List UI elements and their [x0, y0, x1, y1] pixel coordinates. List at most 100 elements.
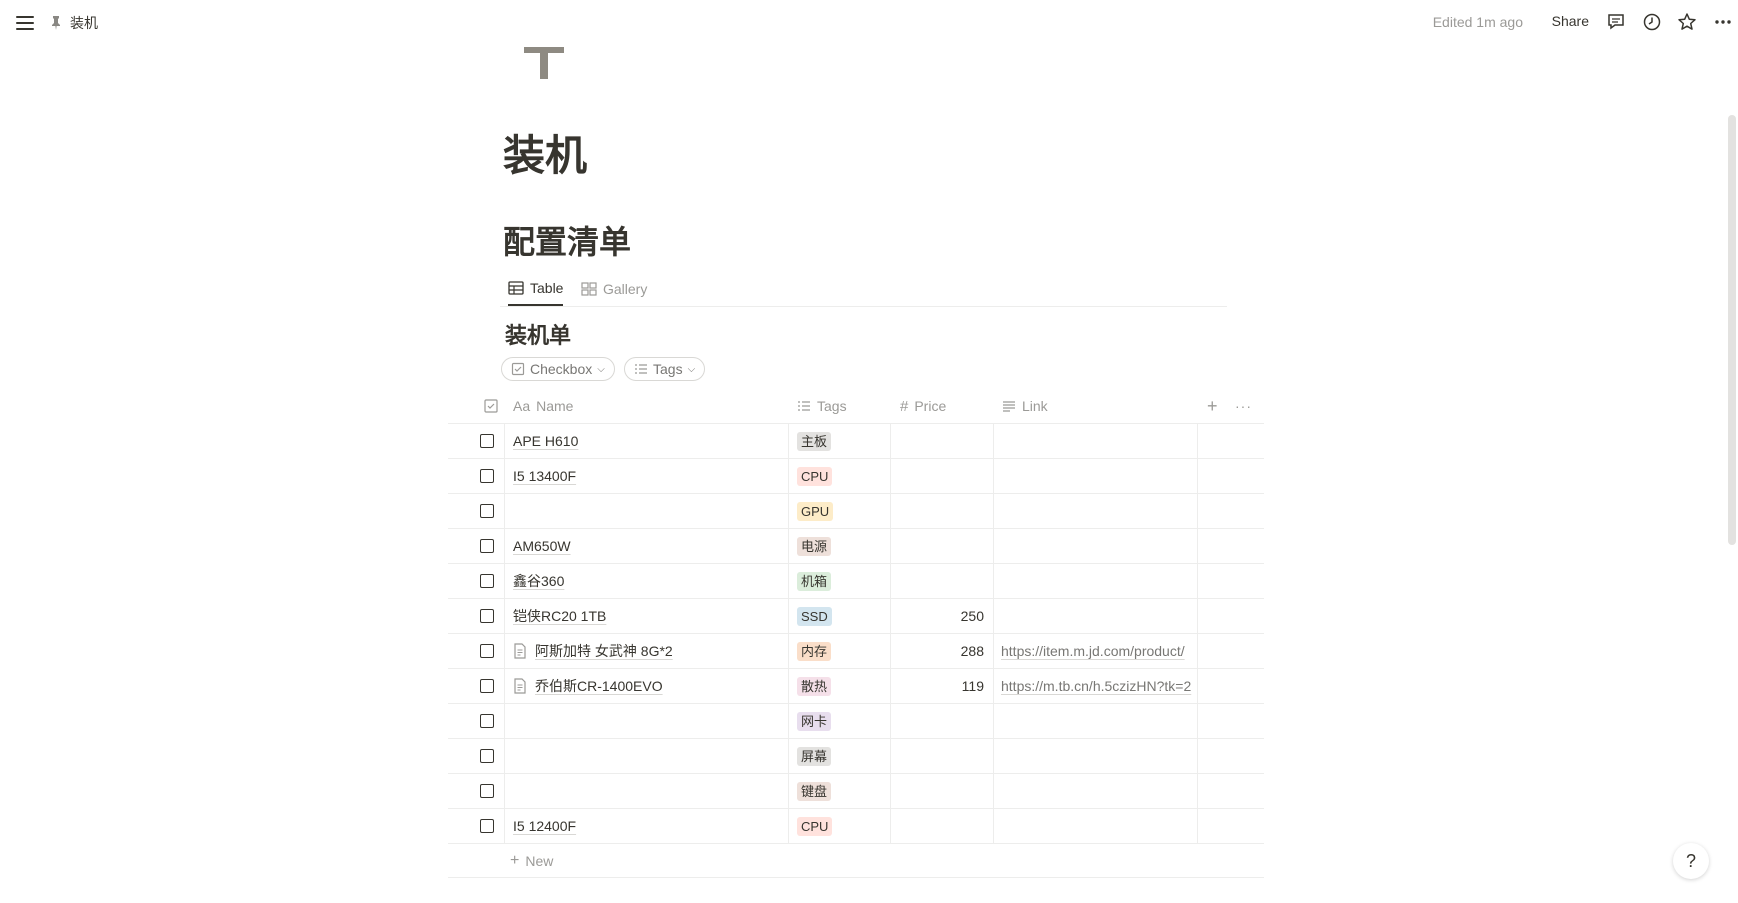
row-name[interactable]: APE H610: [513, 433, 578, 449]
header-checkbox[interactable]: [484, 389, 498, 423]
history-icon[interactable]: [1642, 12, 1662, 32]
database-title[interactable]: 装机单: [505, 318, 571, 350]
row-name[interactable]: AM650W: [513, 538, 571, 554]
name-cell[interactable]: [504, 739, 788, 773]
row-checkbox[interactable]: [480, 504, 494, 518]
link-cell[interactable]: [993, 459, 1197, 493]
name-cell[interactable]: I5 13400F: [504, 459, 788, 493]
price-cell[interactable]: [890, 774, 993, 808]
more-icon[interactable]: [1713, 12, 1733, 32]
tags-cell[interactable]: 电源: [788, 529, 890, 563]
table-row[interactable]: 网卡: [448, 704, 1264, 739]
tags-cell[interactable]: 键盘: [788, 774, 890, 808]
breadcrumb[interactable]: 装机: [50, 13, 98, 33]
table-row[interactable]: 屏幕: [448, 739, 1264, 774]
price-cell[interactable]: [890, 494, 993, 528]
link-cell[interactable]: [993, 599, 1197, 633]
price-cell[interactable]: 119: [890, 669, 993, 703]
link-cell[interactable]: [993, 739, 1197, 773]
price-cell[interactable]: [890, 459, 993, 493]
link-cell[interactable]: [993, 529, 1197, 563]
table-row[interactable]: 鑫谷360 机箱: [448, 564, 1264, 599]
table-row[interactable]: I5 12400F CPU: [448, 809, 1264, 844]
name-cell[interactable]: [504, 704, 788, 738]
row-name[interactable]: I5 13400F: [513, 468, 576, 484]
tab-gallery[interactable]: Gallery: [581, 272, 647, 305]
tags-cell[interactable]: 主板: [788, 424, 890, 458]
page-t-icon[interactable]: [522, 45, 566, 81]
row-name[interactable]: I5 12400F: [513, 818, 576, 834]
scrollbar[interactable]: [1728, 115, 1736, 545]
tags-cell[interactable]: 内存: [788, 634, 890, 668]
row-checkbox[interactable]: [480, 784, 494, 798]
row-link[interactable]: https://m.tb.cn/h.5czizHN?tk=2: [1001, 678, 1191, 694]
tags-cell[interactable]: CPU: [788, 809, 890, 843]
name-cell[interactable]: 乔伯斯CR-1400EVO: [504, 669, 788, 703]
add-column-icon[interactable]: +: [1207, 389, 1218, 423]
header-link[interactable]: Link: [1002, 389, 1048, 423]
filter-checkbox[interactable]: Checkbox ⌵: [501, 357, 615, 381]
row-checkbox[interactable]: [480, 574, 494, 588]
new-row-button[interactable]: + New: [510, 844, 553, 877]
header-tags[interactable]: Tags: [797, 389, 847, 423]
price-cell[interactable]: 288: [890, 634, 993, 668]
table-row[interactable]: GPU: [448, 494, 1264, 529]
name-cell[interactable]: 阿斯加特 女武神 8G*2: [504, 634, 788, 668]
row-checkbox[interactable]: [480, 819, 494, 833]
table-row[interactable]: I5 13400F CPU: [448, 459, 1264, 494]
table-row[interactable]: 阿斯加特 女武神 8G*2 内存 288 https://item.m.jd.com/…: [448, 634, 1264, 669]
row-checkbox[interactable]: [480, 434, 494, 448]
help-button[interactable]: ?: [1673, 843, 1709, 879]
link-cell[interactable]: [993, 564, 1197, 598]
row-name[interactable]: 铠侠RC20 1TB: [513, 606, 606, 626]
price-cell[interactable]: [890, 424, 993, 458]
tags-cell[interactable]: GPU: [788, 494, 890, 528]
tab-table[interactable]: Table: [508, 272, 564, 306]
more-icon[interactable]: ···: [1235, 389, 1252, 423]
price-cell[interactable]: [890, 564, 993, 598]
price-cell[interactable]: 250: [890, 599, 993, 633]
name-cell[interactable]: AM650W: [504, 529, 788, 563]
row-name[interactable]: 阿斯加特 女武神 8G*2: [535, 641, 673, 661]
link-cell[interactable]: [993, 809, 1197, 843]
row-checkbox[interactable]: [480, 644, 494, 658]
header-price[interactable]: # Price: [900, 389, 946, 423]
link-cell[interactable]: [993, 704, 1197, 738]
link-cell[interactable]: [993, 424, 1197, 458]
header-name[interactable]: Aa Name: [513, 389, 573, 423]
table-row[interactable]: 铠侠RC20 1TB SSD 250: [448, 599, 1264, 634]
comments-icon[interactable]: [1606, 12, 1626, 32]
tags-cell[interactable]: 网卡: [788, 704, 890, 738]
table-row[interactable]: 键盘: [448, 774, 1264, 809]
price-cell[interactable]: [890, 739, 993, 773]
row-checkbox[interactable]: [480, 679, 494, 693]
page-title[interactable]: 装机: [503, 122, 587, 183]
name-cell[interactable]: I5 12400F: [504, 809, 788, 843]
star-icon[interactable]: [1677, 12, 1697, 32]
price-cell[interactable]: [890, 809, 993, 843]
tags-cell[interactable]: 散热: [788, 669, 890, 703]
name-cell[interactable]: APE H610: [504, 424, 788, 458]
row-checkbox[interactable]: [480, 714, 494, 728]
name-cell[interactable]: [504, 494, 788, 528]
tags-cell[interactable]: 屏幕: [788, 739, 890, 773]
link-cell[interactable]: https://m.tb.cn/h.5czizHN?tk=2: [993, 669, 1197, 703]
name-cell[interactable]: 铠侠RC20 1TB: [504, 599, 788, 633]
table-row[interactable]: 乔伯斯CR-1400EVO 散热 119 https://m.tb.cn/h.5czi…: [448, 669, 1264, 704]
name-cell[interactable]: 鑫谷360: [504, 564, 788, 598]
row-name[interactable]: 鑫谷360: [513, 571, 564, 591]
name-cell[interactable]: [504, 774, 788, 808]
row-checkbox[interactable]: [480, 749, 494, 763]
row-checkbox[interactable]: [480, 539, 494, 553]
link-cell[interactable]: [993, 494, 1197, 528]
row-checkbox[interactable]: [480, 609, 494, 623]
table-row[interactable]: AM650W 电源: [448, 529, 1264, 564]
tags-cell[interactable]: SSD: [788, 599, 890, 633]
row-checkbox[interactable]: [480, 469, 494, 483]
link-cell[interactable]: https://item.m.jd.com/product/: [993, 634, 1197, 668]
price-cell[interactable]: [890, 704, 993, 738]
section-heading[interactable]: 配置清单: [503, 217, 631, 263]
price-cell[interactable]: [890, 529, 993, 563]
share-button[interactable]: Share: [1552, 13, 1589, 29]
link-cell[interactable]: [993, 774, 1197, 808]
